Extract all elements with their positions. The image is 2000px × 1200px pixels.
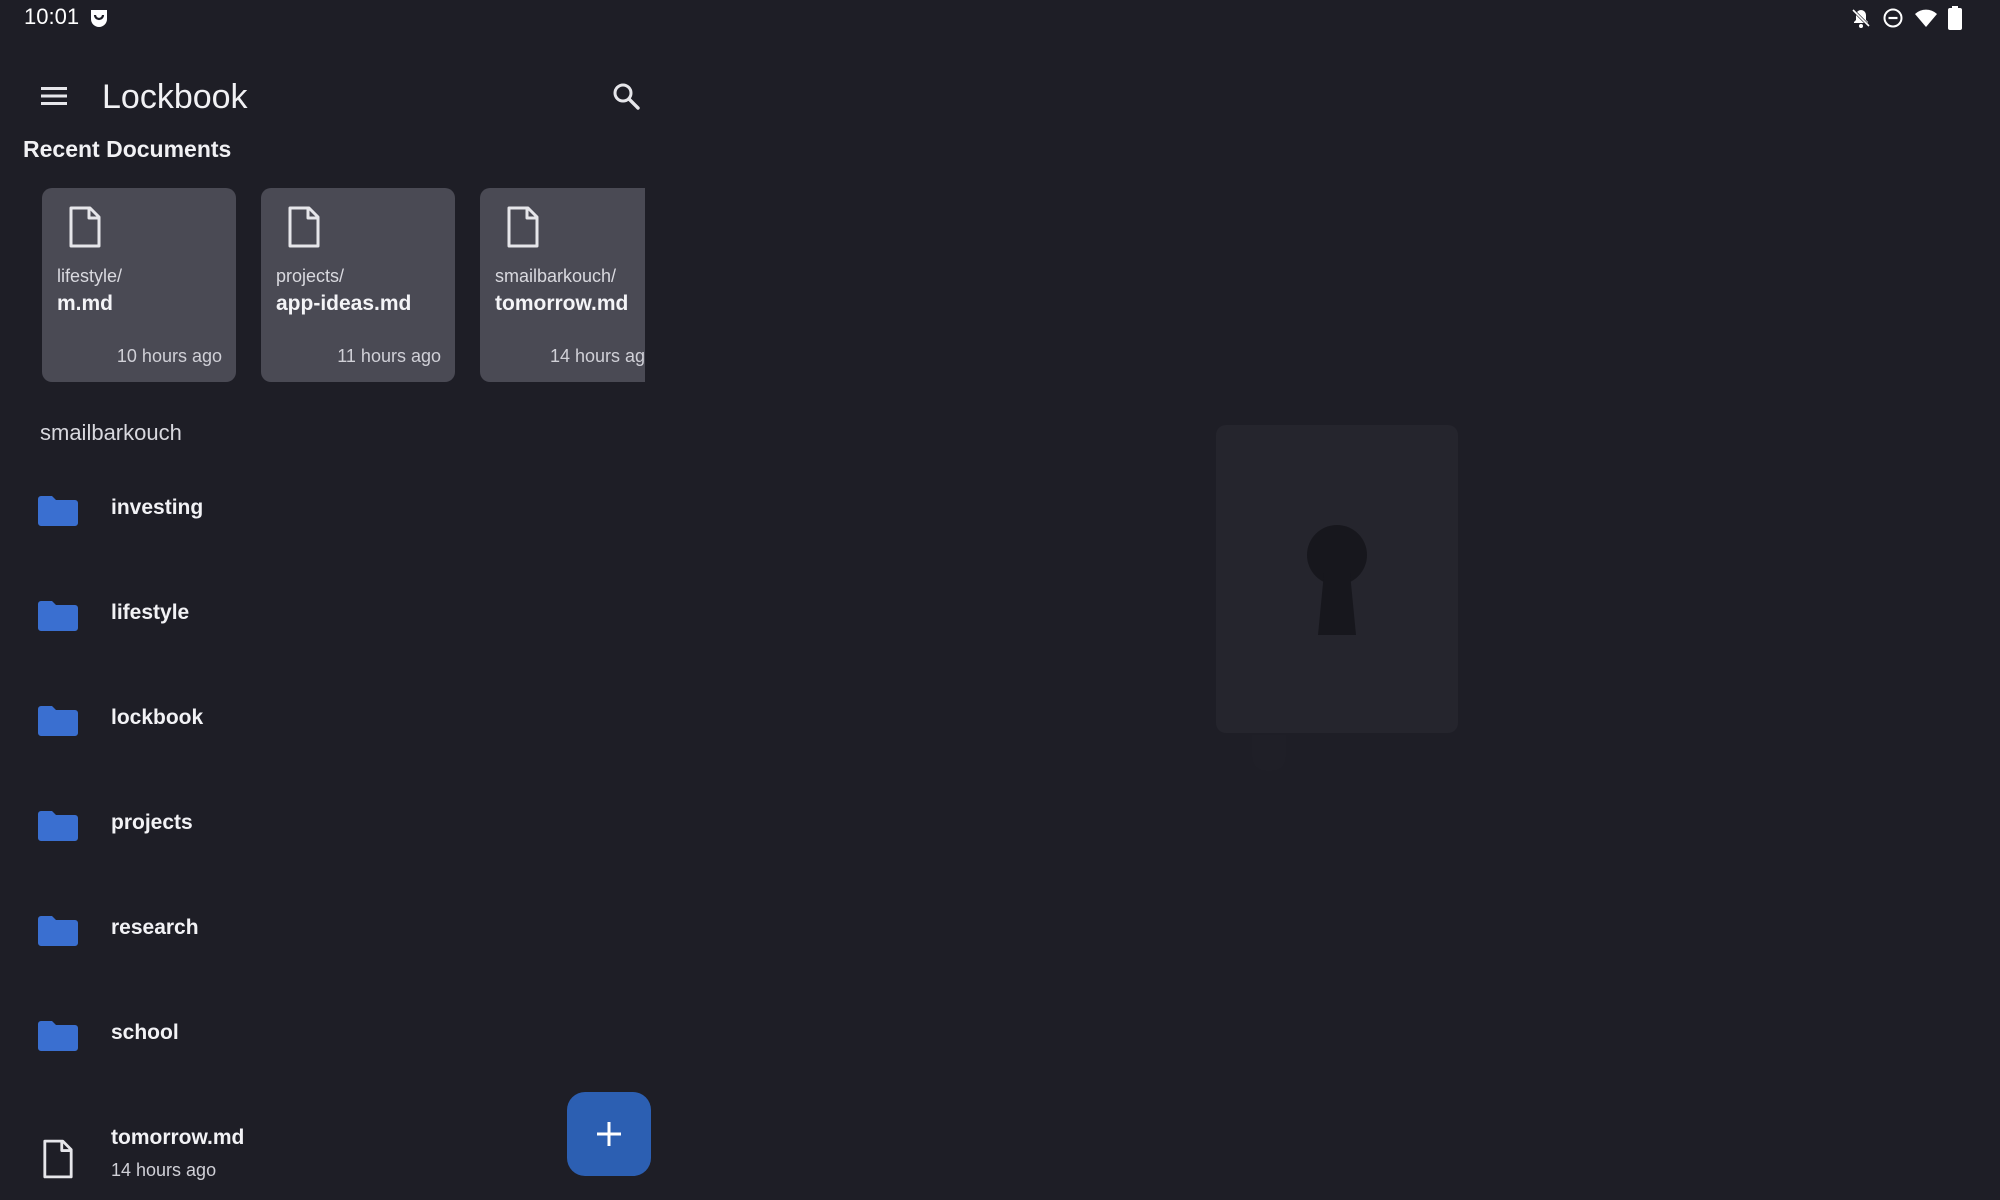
recent-folder-path: lifestyle/ <box>57 266 123 286</box>
folder-icon <box>38 916 78 946</box>
status-time: 10:01 <box>24 4 80 29</box>
folder-row[interactable]: projects <box>0 781 560 871</box>
folder-icon <box>38 496 78 526</box>
document-icon <box>288 206 320 248</box>
app-notification-icon <box>88 6 110 28</box>
folder-row[interactable]: investing <box>0 466 560 556</box>
recent-file-name: m.md <box>57 292 114 315</box>
document-name: tomorrow.md <box>111 1126 245 1149</box>
recent-documents-title: Recent Documents <box>23 136 232 162</box>
notifications-off-icon <box>1850 7 1872 29</box>
folder-name: lifestyle <box>111 601 190 624</box>
document-time: 14 hours ago <box>111 1160 217 1180</box>
create-new-button[interactable] <box>567 1092 651 1176</box>
folder-icon <box>38 811 78 841</box>
status-bar: 10:01 <box>0 0 2000 36</box>
battery-icon <box>1948 6 1962 30</box>
folder-icon <box>38 1021 78 1051</box>
recent-card[interactable]: lifestyle/ m.md 10 hours ago <box>42 188 236 382</box>
folder-name: investing <box>111 496 204 519</box>
folder-icon <box>38 601 78 631</box>
recent-documents-strip[interactable]: lifestyle/ m.md 10 hours ago projects/ a… <box>42 188 645 384</box>
search-icon <box>613 83 640 110</box>
menu-button[interactable] <box>36 78 72 114</box>
folder-name: lockbook <box>111 706 204 729</box>
recent-file-name: tomorrow.md <box>495 292 629 315</box>
folder-row[interactable]: research <box>0 886 560 976</box>
file-browser-pane: Lockbook Recent Documents lifestyle/ m.m… <box>0 36 645 1200</box>
app-bar: Lockbook <box>0 66 645 126</box>
recent-folder-path: projects/ <box>276 266 345 286</box>
folder-row[interactable]: school <box>0 991 560 1081</box>
app-title: Lockbook <box>102 78 248 116</box>
document-icon <box>69 206 101 248</box>
recent-file-name: app-ideas.md <box>276 292 412 315</box>
folder-icon <box>38 706 78 736</box>
do-not-disturb-icon <box>1882 7 1904 29</box>
recent-card[interactable]: projects/ app-ideas.md 11 hours ago <box>261 188 455 382</box>
wifi-icon <box>1914 7 1938 29</box>
empty-state-lock-illustration <box>1216 425 1458 733</box>
recent-time: 11 hours ago <box>337 346 441 366</box>
folder-name: projects <box>111 811 193 834</box>
recent-time: 14 hours ago <box>550 346 645 366</box>
plus-icon <box>597 1122 621 1146</box>
account-root-label: smailbarkouch <box>40 420 182 445</box>
folder-row[interactable]: lifestyle <box>0 571 560 661</box>
folder-row[interactable]: lockbook <box>0 676 560 766</box>
recent-time: 10 hours ago <box>116 346 222 366</box>
recent-card[interactable]: smailbarkouch/ tomorrow.md 14 hours ago <box>480 188 645 382</box>
lock-stand-shape <box>1252 735 1286 771</box>
menu-icon <box>41 87 67 105</box>
document-row[interactable]: tomorrow.md 14 hours ago <box>0 1116 560 1200</box>
folder-name: research <box>111 916 199 939</box>
folder-name: school <box>111 1021 179 1044</box>
keyhole-icon <box>1307 525 1367 635</box>
recent-folder-path: smailbarkouch/ <box>495 266 617 286</box>
document-icon <box>43 1139 73 1179</box>
document-icon <box>507 206 539 248</box>
search-button[interactable] <box>608 78 644 114</box>
